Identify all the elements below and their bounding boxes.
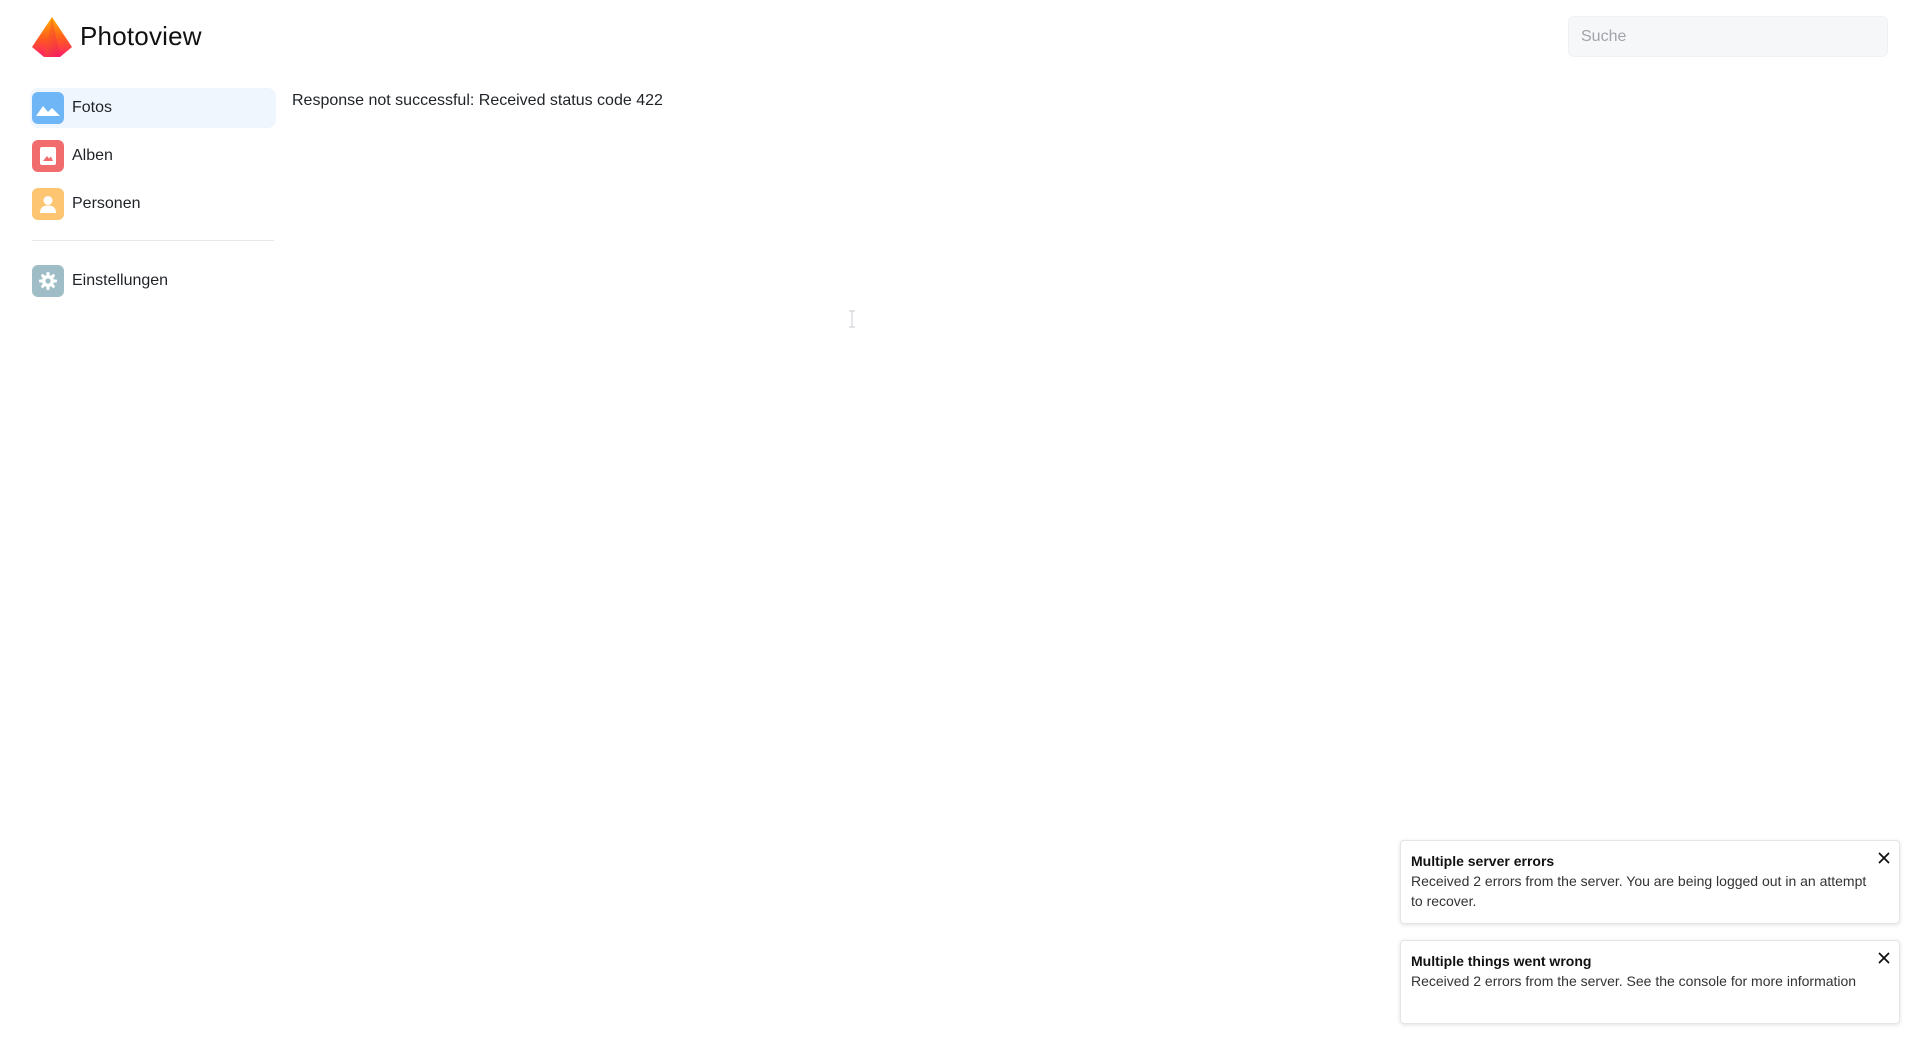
close-button[interactable] — [1875, 849, 1893, 867]
photo-icon — [32, 92, 64, 124]
sidebar-item-label: Einstellungen — [72, 272, 169, 289]
sidebar-item-personen[interactable]: Personen — [30, 184, 276, 224]
sidebar-item-label: Fotos — [72, 99, 113, 116]
search-input[interactable] — [1568, 16, 1888, 57]
toast-notification: Multiple server errors Received 2 errors… — [1400, 840, 1900, 924]
person-icon — [32, 188, 64, 220]
sidebar-divider — [32, 240, 274, 241]
sidebar: Fotos Alben Personen Einstellungen — [30, 88, 276, 309]
app-title: Photoview — [80, 21, 202, 51]
toast-notification: Multiple things went wrong Received 2 er… — [1400, 940, 1900, 1024]
toast-message: Received 2 errors from the server. You a… — [1411, 873, 1867, 909]
photoview-logo-icon[interactable] — [32, 17, 72, 57]
app-root: Photoview Fotos Alben — [0, 0, 1920, 1061]
close-icon — [1878, 852, 1890, 864]
close-button[interactable] — [1875, 949, 1893, 967]
sidebar-item-alben[interactable]: Alben — [30, 136, 276, 176]
sidebar-item-einstellungen[interactable]: Einstellungen — [30, 261, 276, 301]
toast-title: Multiple things went wrong — [1411, 953, 1592, 969]
sidebar-item-label: Alben — [72, 147, 113, 164]
close-icon — [1878, 952, 1890, 964]
album-icon — [32, 140, 64, 172]
gear-icon — [32, 265, 64, 297]
sidebar-item-fotos[interactable]: Fotos — [30, 88, 276, 128]
header: Photoview — [0, 0, 1920, 72]
error-message: Response not successful: Received status… — [292, 92, 663, 109]
text-cursor-icon — [849, 310, 855, 328]
toast-message: Received 2 errors from the server. See t… — [1411, 973, 1857, 989]
toast-title: Multiple server errors — [1411, 853, 1555, 869]
sidebar-item-label: Personen — [72, 195, 141, 212]
